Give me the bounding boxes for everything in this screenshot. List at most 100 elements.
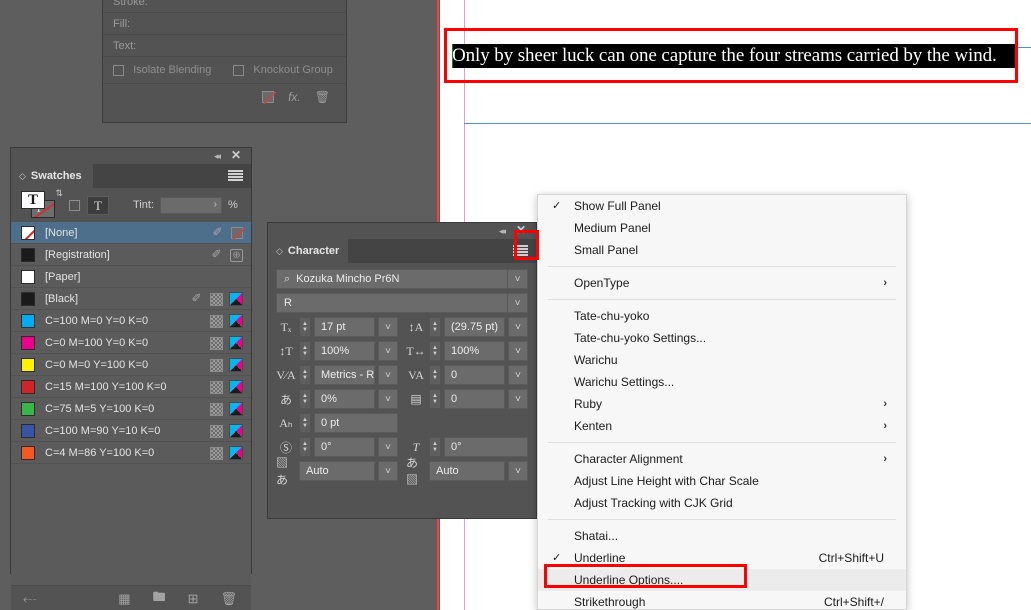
menu-item[interactable]: OpenType ›: [538, 272, 906, 294]
effects-row-fill[interactable]: Fill:: [103, 13, 346, 35]
right-aki-control[interactable]: あ▧ Auto ˅: [406, 456, 528, 487]
menu-item[interactable]: Tate-chu-yoko Settings...: [538, 327, 906, 349]
formatting-affects-text-icon[interactable]: T: [87, 195, 109, 215]
left-aki-input[interactable]: Auto: [299, 461, 375, 481]
chevron-down-icon[interactable]: ˅: [507, 294, 527, 312]
swatch-row[interactable]: C=75 M=5 Y=100 K=0: [11, 398, 251, 420]
menu-item[interactable]: Strikethrough Ctrl+Shift+/: [538, 591, 906, 610]
menu-item[interactable]: Warichu Settings...: [538, 371, 906, 393]
tracking-control[interactable]: VA ▲ ▼ 0 ˅: [406, 365, 528, 385]
effects-row-stroke[interactable]: Stroke:: [103, 0, 346, 13]
vertical-scale-stepper[interactable]: ▲ ▼: [299, 341, 311, 361]
kerning-stepper[interactable]: ▲ ▼: [299, 365, 311, 385]
leading-stepper[interactable]: ▲ ▼: [429, 317, 441, 337]
skew-input[interactable]: 0°: [444, 437, 528, 457]
kerning-input[interactable]: Metrics - Rom: [314, 365, 375, 385]
swatch-row[interactable]: C=0 M=100 Y=0 K=0: [11, 332, 251, 354]
horizontal-scale-input[interactable]: 100%: [444, 341, 505, 361]
chevron-down-icon[interactable]: ˅: [378, 437, 398, 457]
left-aki-control[interactable]: ▧あ Auto ˅: [276, 456, 398, 487]
knockout-group-checkbox[interactable]: Knockout Group: [233, 64, 333, 76]
tint-input[interactable]: ›: [160, 196, 222, 214]
menu-item[interactable]: Tate-chu-yoko: [538, 305, 906, 327]
chevron-down-icon[interactable]: ˅: [378, 341, 398, 361]
tsume-stepper[interactable]: ▲ ▼: [299, 389, 311, 409]
effects-row-text[interactable]: Text:: [103, 35, 346, 57]
font-family-field[interactable]: ⌕ Kozuka Mincho Pr6N ˅: [276, 269, 528, 289]
chevron-down-icon[interactable]: ˅: [508, 365, 528, 385]
tab-character[interactable]: ◇ Character: [268, 239, 348, 263]
swatch-row[interactable]: C=100 M=0 Y=0 K=0: [11, 310, 251, 332]
menu-item[interactable]: Kenten ›: [538, 415, 906, 437]
skew-stepper[interactable]: ▲ ▼: [429, 437, 441, 457]
vertical-scale-control[interactable]: ↕T ▲ ▼ 100% ˅: [276, 341, 398, 361]
tsume-input[interactable]: 0%: [314, 389, 375, 409]
right-aki-input[interactable]: Auto: [429, 461, 505, 481]
character-panel[interactable]: ◂◂ ✕ ◇ Character ⌕ Kozuka Mincho Pr6N ˅ …: [267, 222, 537, 519]
leading-input[interactable]: (29.75 pt): [444, 317, 505, 337]
collapse-icon[interactable]: ◂◂: [499, 226, 506, 237]
mojikumi-spacing-stepper[interactable]: ▲ ▼: [429, 389, 441, 409]
swatch-row[interactable]: [Black] ✐: [11, 288, 251, 310]
character-panel-flyout-menu[interactable]: ✓ Show Full Panel Medium Panel Small Panel O…: [537, 194, 907, 610]
chevron-right-icon[interactable]: ›: [214, 199, 217, 210]
chevron-down-icon[interactable]: ˅: [508, 341, 528, 361]
swatches-panel[interactable]: ◂◂ ✕ ◇ Swatches T T ⇅ T Tint: › % [None]…: [10, 147, 252, 610]
tracking-stepper[interactable]: ▲ ▼: [429, 365, 441, 385]
swatches-list[interactable]: [None] ✐ [Registration] ✐ ⊕ [Paper] [Black] ✐ C=…: [11, 222, 251, 519]
swatches-empty-area[interactable]: [11, 519, 251, 585]
tsume-control[interactable]: あ ▲ ▼ 0% ˅: [276, 389, 398, 409]
chevron-down-icon[interactable]: ˅: [378, 365, 398, 385]
menu-item[interactable]: Character Alignment ›: [538, 448, 906, 470]
baseline-shift-control[interactable]: Aₕ ▲ ▼ 0 pt: [276, 413, 398, 433]
swatch-row[interactable]: C=4 M=86 Y=100 K=0: [11, 442, 251, 464]
swatch-row[interactable]: [None] ✐: [11, 222, 251, 244]
tracking-input[interactable]: 0: [444, 365, 505, 385]
swatch-row[interactable]: C=0 M=0 Y=100 K=0: [11, 354, 251, 376]
font-size-control[interactable]: Tₓ ▲ ▼ 17 pt ˅: [276, 317, 398, 337]
chevron-down-icon[interactable]: ˅: [378, 317, 398, 337]
chevron-down-icon[interactable]: ˅: [508, 461, 528, 481]
mojikumi-spacing-input[interactable]: 0: [444, 389, 505, 409]
chevron-down-icon[interactable]: ˅: [508, 389, 528, 409]
menu-item[interactable]: ✓ Show Full Panel: [538, 195, 906, 217]
vertical-scale-input[interactable]: 100%: [314, 341, 375, 361]
collapse-icon[interactable]: ◂◂: [214, 151, 221, 162]
mojikumi-spacing-control[interactable]: ▤ ▲ ▼ 0 ˅: [406, 389, 528, 409]
chevron-down-icon[interactable]: ˅: [378, 461, 398, 481]
character-rotation-input[interactable]: 0°: [314, 437, 375, 457]
menu-item[interactable]: Ruby ›: [538, 393, 906, 415]
menu-item[interactable]: Warichu: [538, 349, 906, 371]
formatting-affects-container-icon[interactable]: [69, 199, 80, 211]
menu-item[interactable]: Shatai...: [538, 525, 906, 547]
tab-swatches[interactable]: ◇ Swatches: [11, 164, 93, 188]
leading-control[interactable]: ↕A ▲ ▼ (29.75 pt) ˅: [406, 317, 528, 337]
fx-icon[interactable]: fx.: [288, 90, 301, 104]
new-swatch-group-icon[interactable]: 🖿: [153, 588, 166, 610]
character-rotation-stepper[interactable]: ▲ ▼: [299, 437, 311, 457]
font-style-field[interactable]: R ˅: [276, 293, 528, 313]
chevron-down-icon[interactable]: ˅: [378, 389, 398, 409]
show-swatch-options-icon[interactable]: ⤎: [23, 591, 37, 607]
menu-item[interactable]: Adjust Tracking with CJK Grid: [538, 492, 906, 514]
menu-item[interactable]: Small Panel: [538, 239, 906, 261]
swatch-row[interactable]: [Paper]: [11, 266, 251, 288]
isolate-blending-checkbox[interactable]: Isolate Blending: [113, 64, 211, 76]
swatch-row[interactable]: C=15 M=100 Y=100 K=0: [11, 376, 251, 398]
menu-item[interactable]: Medium Panel: [538, 217, 906, 239]
effects-panel[interactable]: Stroke: Fill: Text: Isolate Blending Kno…: [102, 0, 347, 123]
font-size-stepper[interactable]: ▲ ▼: [299, 317, 311, 337]
none-swatch-icon[interactable]: [262, 90, 275, 103]
swatch-row[interactable]: C=100 M=90 Y=10 K=0: [11, 420, 251, 442]
new-color-group-icon[interactable]: ▦: [118, 591, 130, 607]
baseline-shift-stepper[interactable]: ▲ ▼: [299, 413, 311, 433]
chevron-down-icon[interactable]: ˅: [508, 317, 528, 337]
horizontal-scale-stepper[interactable]: ▲ ▼: [429, 341, 441, 361]
swatches-panel-menu-icon[interactable]: [228, 169, 243, 182]
kerning-control[interactable]: V⁄A ▲▼ Metrics - Rom ˅: [276, 365, 398, 385]
baseline-shift-input[interactable]: 0 pt: [314, 413, 398, 433]
swap-fill-stroke-icon[interactable]: ⇅: [55, 188, 63, 199]
close-icon[interactable]: ✕: [231, 149, 241, 161]
chevron-down-icon[interactable]: ˅: [507, 270, 527, 288]
horizontal-scale-control[interactable]: T↔ ▲ ▼ 100% ˅: [406, 341, 528, 361]
